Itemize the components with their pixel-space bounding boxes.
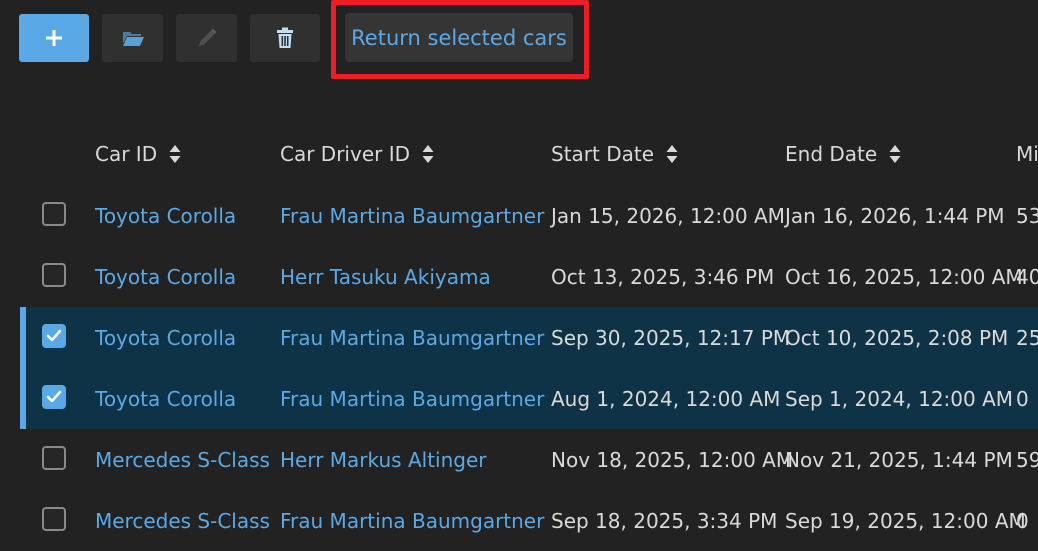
cell-car-driver-id[interactable]: Frau Martina Baumgartner	[280, 185, 544, 246]
folder-icon	[122, 32, 144, 46]
cell-end-date: Jan 16, 2026, 1:44 PM	[785, 203, 1005, 228]
cell-start-date: Nov 18, 2025, 12:00 AM	[551, 447, 794, 472]
row-checkbox[interactable]	[42, 324, 66, 348]
cell-car-id[interactable]: Toyota Corolla	[95, 368, 236, 429]
table-row[interactable]: Toyota Corolla Frau Martina Baumgartner Se…	[20, 307, 1038, 368]
trash-icon	[277, 27, 293, 48]
cell-car-id[interactable]: Toyota Corolla	[95, 185, 236, 246]
plus-icon	[46, 30, 62, 46]
add-button[interactable]	[19, 14, 89, 62]
row-checkbox[interactable]	[42, 385, 66, 409]
table-row[interactable]: Toyota Corolla Herr Tasuku Akiyama Oct 13,…	[20, 246, 1038, 307]
header-label: Car ID	[95, 142, 158, 166]
header-start-date[interactable]: Start Date	[551, 142, 678, 166]
toolbar: Return selected cars	[0, 0, 1038, 80]
return-selected-cars-button[interactable]: Return selected cars	[345, 13, 573, 62]
cell-mileage: 59	[1016, 447, 1038, 472]
row-checkbox[interactable]	[42, 446, 66, 470]
cell-car-id[interactable]: Mercedes S-Class	[95, 429, 270, 490]
cell-mileage: 53	[1016, 203, 1038, 228]
table-row[interactable]: Mercedes S-Class Frau Martina Baumgartner…	[20, 490, 1038, 551]
check-icon	[46, 390, 62, 403]
table-row[interactable]: Mercedes S-Class Herr Markus Altinger Nov …	[20, 429, 1038, 490]
check-icon	[46, 329, 62, 342]
header-mileage[interactable]: Mi	[1016, 142, 1038, 166]
table-row[interactable]: Toyota Corolla Frau Martina Baumgartner Au…	[20, 368, 1038, 429]
open-button[interactable]	[102, 14, 163, 62]
row-checkbox[interactable]	[42, 202, 66, 226]
cell-car-driver-id[interactable]: Frau Martina Baumgartner	[280, 490, 544, 551]
sort-icon	[169, 145, 181, 163]
sort-icon	[889, 145, 901, 163]
header-label: Start Date	[551, 142, 655, 166]
sort-icon	[422, 145, 434, 163]
cell-start-date: Sep 30, 2025, 12:17 PM	[551, 325, 791, 350]
pencil-icon	[198, 28, 216, 46]
header-label: Car Driver ID	[280, 142, 410, 166]
cell-car-driver-id[interactable]: Frau Martina Baumgartner	[280, 307, 544, 368]
header-label: Mi	[1016, 142, 1038, 166]
row-checkbox[interactable]	[42, 507, 66, 531]
cell-mileage: 40	[1016, 264, 1038, 289]
cell-car-id[interactable]: Toyota Corolla	[95, 246, 236, 307]
cell-car-id[interactable]: Mercedes S-Class	[95, 490, 270, 551]
cell-mileage: 25	[1016, 325, 1038, 350]
delete-button[interactable]	[250, 14, 320, 62]
header-label: End Date	[785, 142, 878, 166]
header-car-driver-id[interactable]: Car Driver ID	[280, 142, 434, 166]
sort-icon	[666, 145, 678, 163]
cell-start-date: Jan 15, 2026, 12:00 AM	[551, 203, 785, 228]
cell-car-driver-id[interactable]: Herr Markus Altinger	[280, 429, 486, 490]
cell-start-date: Aug 1, 2024, 12:00 AM	[551, 386, 781, 411]
cell-end-date: Oct 16, 2025, 12:00 AM	[785, 264, 1023, 289]
header-end-date[interactable]: End Date	[785, 142, 901, 166]
cell-end-date: Nov 21, 2025, 1:44 PM	[785, 447, 1013, 472]
header-car-id[interactable]: Car ID	[95, 142, 181, 166]
row-checkbox[interactable]	[42, 263, 66, 287]
cell-car-driver-id[interactable]: Frau Martina Baumgartner	[280, 368, 544, 429]
cell-mileage: 0	[1016, 386, 1029, 411]
cell-car-id[interactable]: Toyota Corolla	[95, 307, 236, 368]
cell-end-date: Sep 19, 2025, 12:00 AM	[785, 508, 1026, 533]
cell-car-driver-id[interactable]: Herr Tasuku Akiyama	[280, 246, 491, 307]
edit-button[interactable]	[176, 14, 237, 62]
cell-end-date: Oct 10, 2025, 2:08 PM	[785, 325, 1009, 350]
cell-start-date: Oct 13, 2025, 3:46 PM	[551, 264, 775, 289]
cell-end-date: Sep 1, 2024, 12:00 AM	[785, 386, 1014, 411]
cell-start-date: Sep 18, 2025, 3:34 PM	[551, 508, 778, 533]
cell-mileage: 0	[1016, 508, 1029, 533]
table-row[interactable]: Toyota Corolla Frau Martina Baumgartner Ja…	[20, 185, 1038, 246]
